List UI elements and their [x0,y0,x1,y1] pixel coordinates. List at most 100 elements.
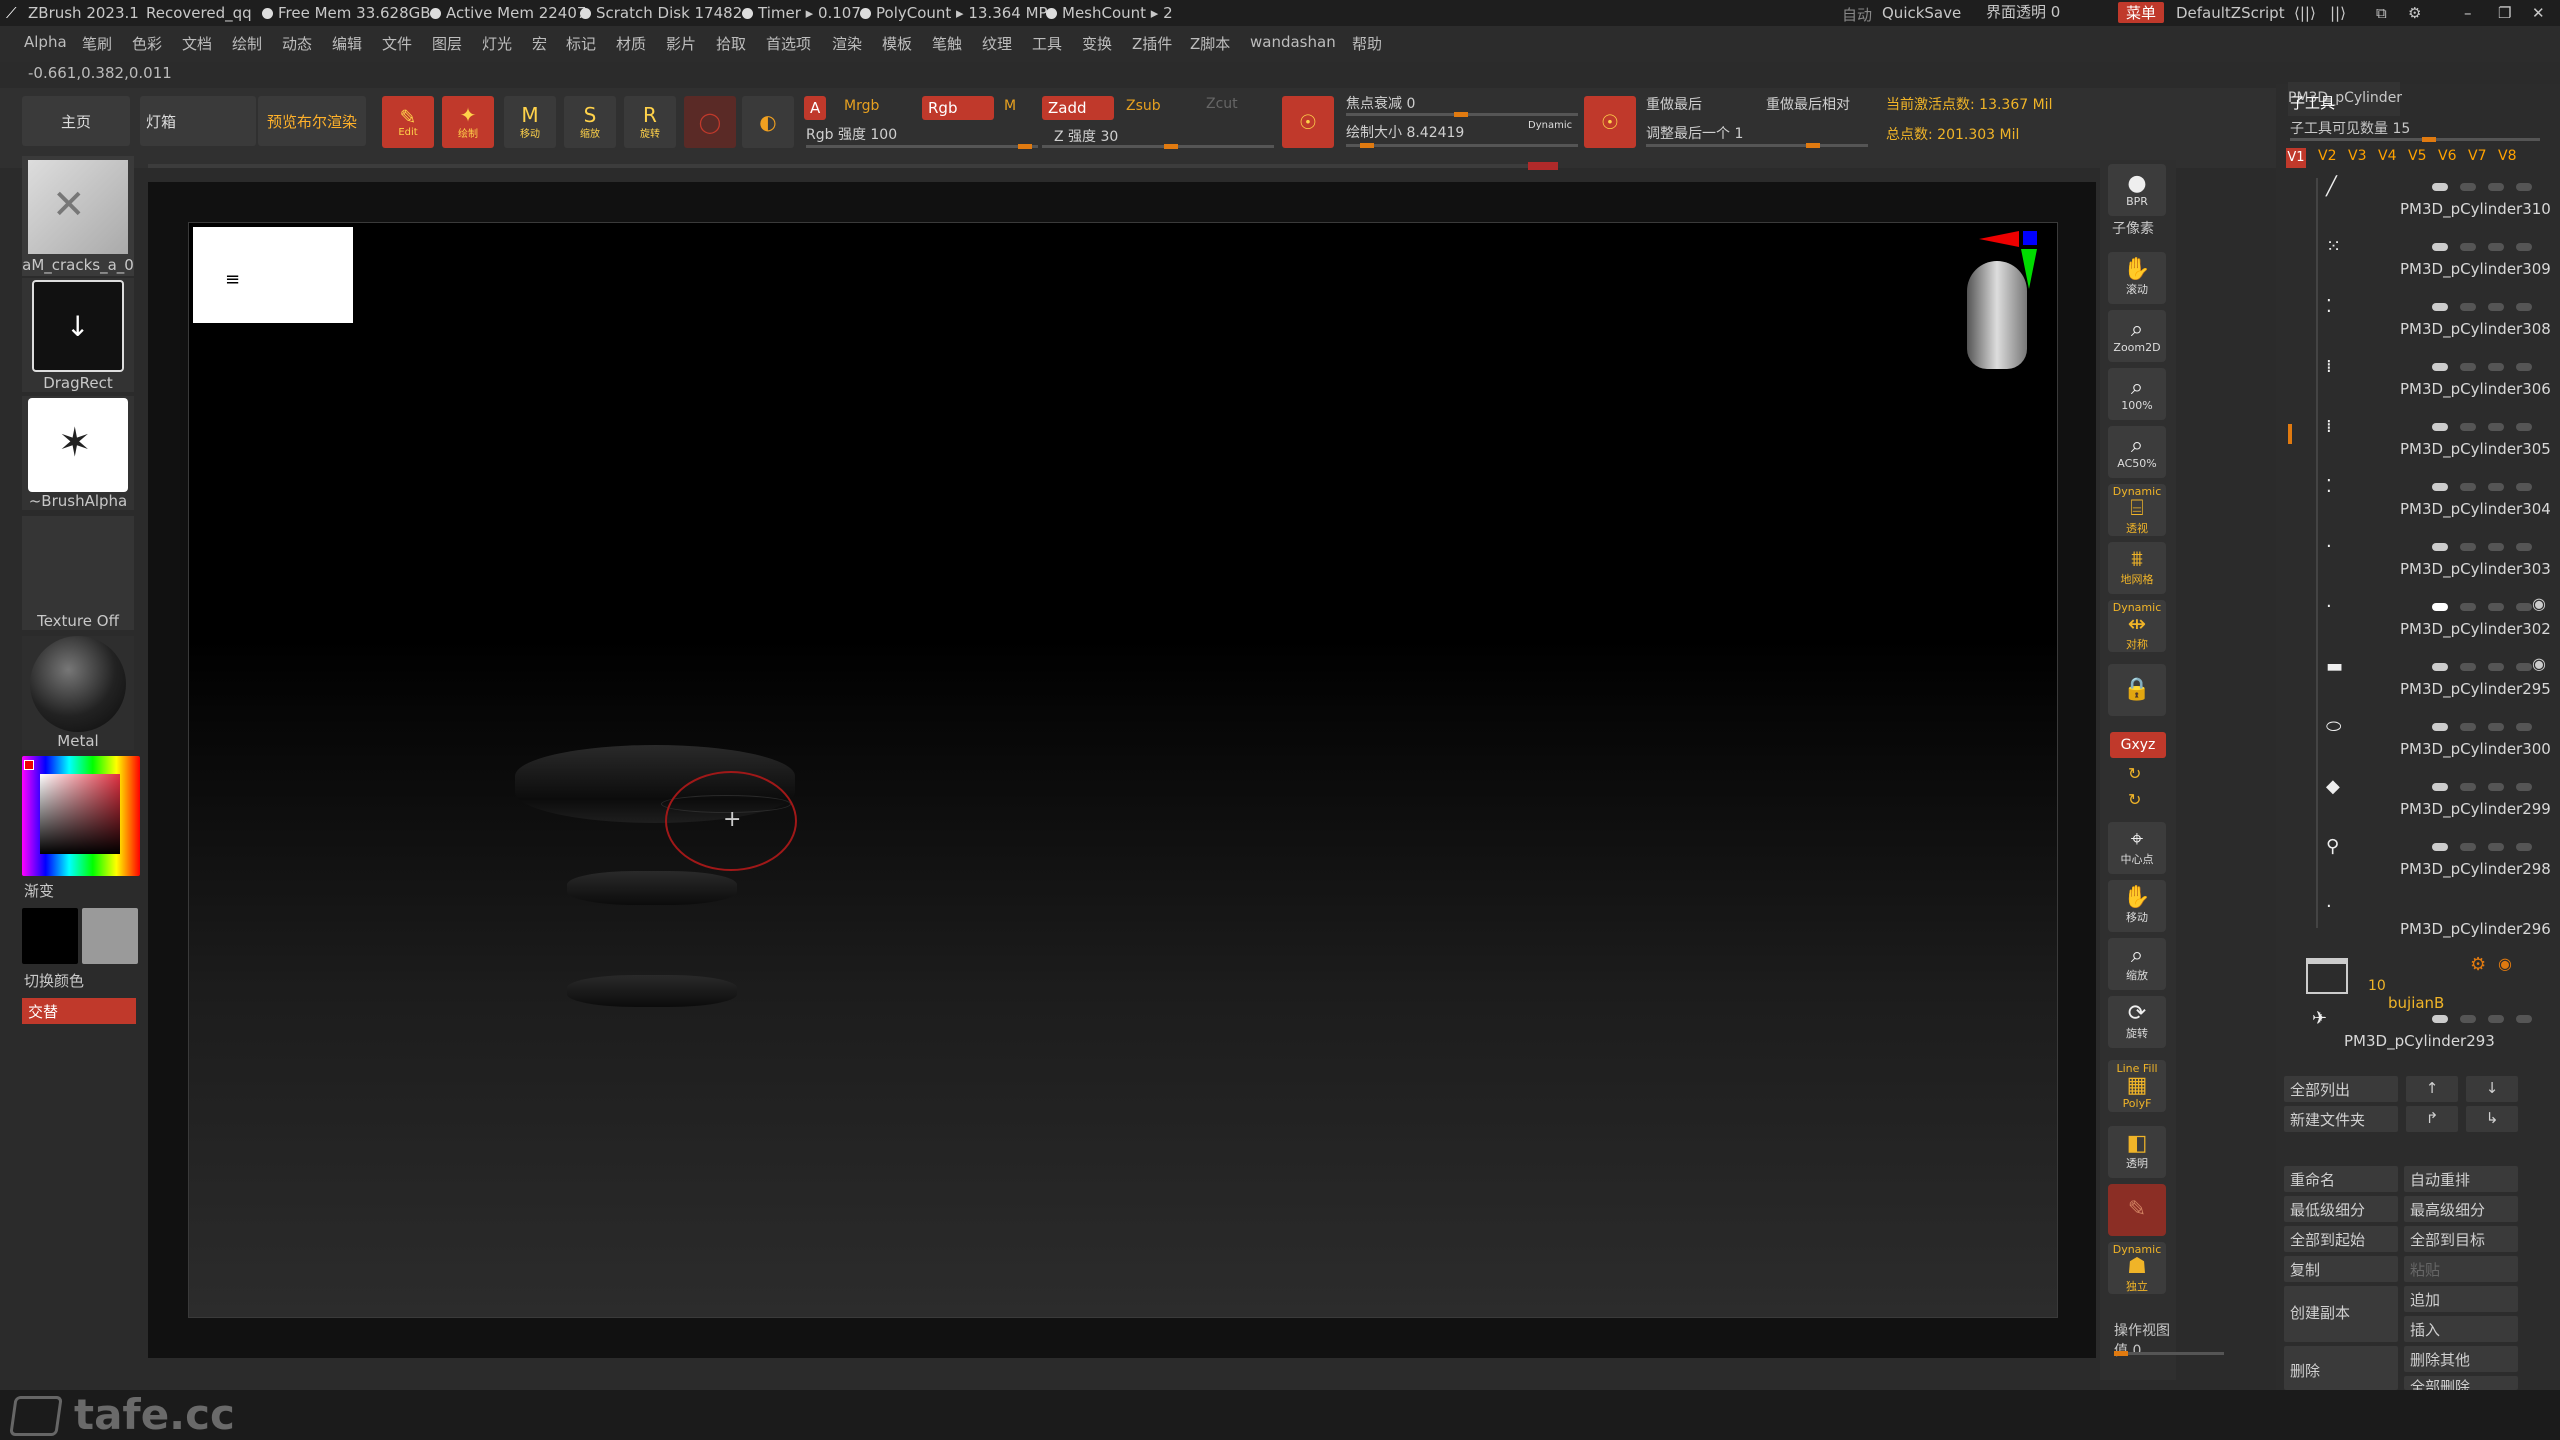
alpha-slot[interactable]: ✕ aM_cracks_a_0 [22,156,134,276]
symmetry-button[interactable]: Dynamic ⇹ 对称 [2108,600,2166,652]
texture-slot[interactable]: Texture Off [22,516,134,630]
secondary-color[interactable] [22,908,78,964]
layout-icon-2[interactable]: ||⟩ [2330,4,2346,22]
dynamic-toggle[interactable]: Dynamic [1528,120,1572,131]
subtool-toggles[interactable] [2380,420,2550,436]
draw-size-slider[interactable]: 绘制大小 8.42419 [1346,122,1464,142]
menu-macro[interactable]: 宏 [532,33,547,54]
subtool-toggles[interactable] [2380,480,2550,496]
folder-icon[interactable] [2306,958,2348,994]
menu-movie-dyn[interactable]: 动态 [282,33,312,54]
subtool-header[interactable]: 子工具 [2290,92,2335,113]
redo-last-button[interactable]: 重做最后 [1646,94,1702,114]
main-color[interactable] [82,908,138,964]
settings-icon[interactable]: ⚙ [2408,4,2421,22]
window-layout-icon[interactable]: ⧉ [2376,4,2387,22]
move-into-folder-button[interactable]: ↱ [2406,1106,2458,1132]
stroke-slot[interactable]: ↓ DragRect [22,278,134,392]
subtool-item[interactable]: ⁚ PM3D_pCylinder304 [2320,472,2551,532]
move-view-button[interactable]: ✋ 移动 [2108,880,2166,932]
subtool-toggles[interactable] [2380,720,2550,736]
perspective-button[interactable]: Dynamic ⌸ 透视 [2108,484,2166,536]
eye-icon[interactable]: ◉ [2532,594,2546,613]
menu-stencil[interactable]: 模板 [882,33,912,54]
actual-size-button[interactable]: ⌕ 100% [2108,368,2166,420]
subtool-toggles[interactable] [2380,1012,2550,1028]
move-down-button[interactable]: ↓ [2466,1076,2518,1102]
polyf-button[interactable]: Line Fill ▦ PolyF [2108,1060,2166,1112]
subtool-toggles[interactable] [2380,660,2550,676]
switch-color-button[interactable]: 切换颜色 [24,970,84,991]
visible-count-track[interactable] [2290,137,2540,142]
menu-custom[interactable]: wandashan [1250,33,1336,51]
xyz-rotate-button[interactable]: Gxyz [2110,732,2166,758]
list-all-button[interactable]: 全部列出 [2284,1076,2398,1102]
mrgb-button[interactable]: Mrgb [844,98,879,114]
cylinder-mesh-bottom[interactable] [567,975,737,1007]
menu-transform[interactable]: 变换 [1082,33,1112,54]
ghost-button[interactable]: ✎ [2108,1184,2166,1236]
focal-shift-track[interactable] [1346,112,1578,117]
delete-all-button[interactable]: 全部删除 [2404,1376,2518,1390]
subtool-item[interactable]: ✈ PM3D_pCylinder293 [2306,1004,2536,1064]
home-button[interactable]: 主页 [22,96,130,146]
bpr-button[interactable]: ● BPR [2108,164,2166,216]
subtool-item[interactable]: ⁞ PM3D_pCylinder306 [2320,352,2551,412]
subtool-toggles[interactable] [2380,540,2550,556]
draw-button[interactable]: ✦ 绘制 [442,96,494,148]
op-view-slider[interactable] [2114,1351,2224,1356]
insert-button[interactable]: 插入 [2404,1316,2518,1342]
subtool-item[interactable]: ⬭ PM3D_pCylinder300 [2320,712,2551,772]
subtool-item[interactable]: ⁚ PM3D_pCylinder308 [2320,292,2551,352]
rotate-view-button[interactable]: ⟳ 旋转 [2108,996,2166,1048]
version-v6[interactable]: V6 [2438,148,2456,164]
menu-alpha[interactable]: Alpha [24,33,67,51]
brush-alpha-slot[interactable]: ✶ ~BrushAlpha [22,396,134,510]
subtool-toggles[interactable] [2380,300,2550,316]
solo-button[interactable]: Dynamic ☗ 独立 [2108,1242,2166,1294]
subtool-toggles[interactable] [2380,180,2550,196]
rotate-button[interactable]: R 旋转 [624,96,676,148]
bpr-preview-button[interactable]: 预览布尔渲染 [258,96,366,146]
focal-shift-button[interactable]: ☉ [1282,96,1334,148]
color-picker[interactable] [22,756,140,876]
menu-render[interactable]: 渲染 [832,33,862,54]
quicksave-button[interactable]: QuickSave [1882,4,1961,22]
move-up-button[interactable]: ↑ [2406,1076,2458,1102]
color-square[interactable] [40,774,120,854]
all-highest-button[interactable]: 最高级细分 [2404,1196,2518,1222]
floor-grid-button[interactable]: ⩩ 地网格 [2108,542,2166,594]
default-zscript[interactable]: DefaultZScript [2176,4,2285,22]
frame-button[interactable]: ⌖ 中心点 [2108,822,2166,874]
restore-icon[interactable]: ❐ [2498,4,2511,22]
menu-button[interactable]: 菜单 [2118,2,2165,23]
rgb-intensity-track[interactable] [806,144,1038,149]
menu-brush[interactable]: 笔刷 [82,33,112,54]
version-v4[interactable]: V4 [2378,148,2396,164]
transparency-button[interactable]: ◧ 透明 [2108,1126,2166,1178]
focal-shift-slider[interactable]: 焦点衰减 0 [1346,93,1415,113]
adjust-last-slider[interactable]: 调整最后一个 1 [1646,123,1743,143]
close-icon[interactable]: ✕ [2532,4,2545,22]
layout-icon[interactable]: ⟨||⟩ [2294,4,2316,22]
move-out-folder-button[interactable]: ↳ [2466,1106,2518,1132]
rgb-intensity-slider[interactable]: Rgb 强度 100 [806,124,897,144]
all-to-target-button[interactable]: 全部到目标 [2404,1226,2518,1252]
gear-icon[interactable]: ⚙ [2470,954,2486,975]
cylinder-mesh-middle[interactable] [567,871,737,905]
paste-button[interactable]: 粘贴 [2404,1256,2518,1282]
version-v1[interactable]: V1 [2286,148,2306,168]
version-v5[interactable]: V5 [2408,148,2426,164]
subtool-item[interactable]: ⚲ PM3D_pCylinder298 [2320,832,2551,892]
subtool-toggles[interactable] [2380,600,2550,616]
m-button[interactable]: M [1004,98,1016,114]
visible-count-slider[interactable]: 子工具可见数量 15 [2290,118,2410,138]
append-button[interactable]: 追加 [2404,1286,2518,1312]
gradient-toggle[interactable]: 渐变 [24,880,54,901]
edit-button[interactable]: ✎ Edit [382,96,434,148]
subtool-toggles[interactable] [2380,240,2550,256]
subtool-toggles[interactable] [2380,780,2550,796]
subtool-item[interactable]: ▬ PM3D_pCylinder295 ◉ [2320,652,2551,712]
navigation-head[interactable] [1929,231,2049,381]
delete-button[interactable]: 删除 [2284,1346,2398,1390]
